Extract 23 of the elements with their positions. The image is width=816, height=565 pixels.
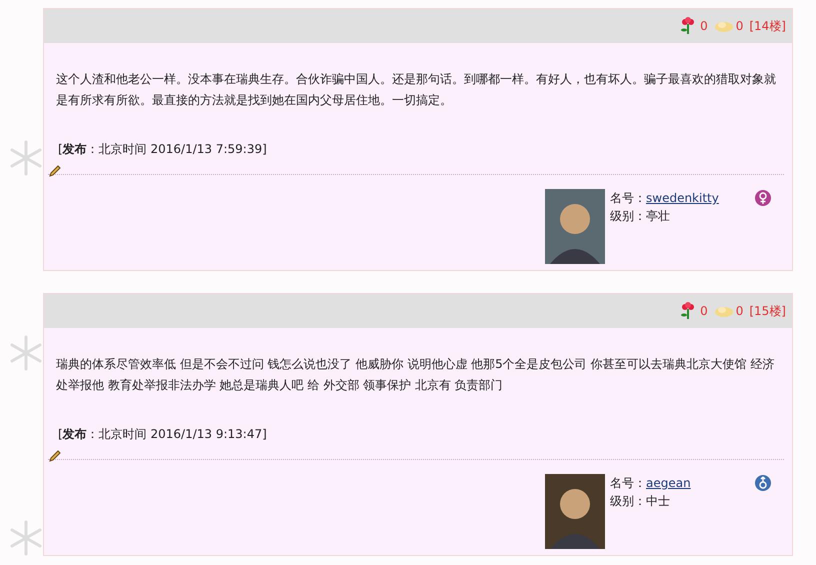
flower-count: 0 (700, 304, 708, 318)
snowflake-icon (8, 335, 44, 371)
egg-count: 0 (736, 304, 744, 318)
male-icon (755, 475, 771, 491)
post-text: 这个人渣和他老公一样。没本事在瑞典生存。合伙诈骗中国人。还是那句话。到哪都一样。有好人，也有坏人。骗子最喜欢的猎取对象就是有所求有所欲。最直接的方法就是找到她在国内父母居住地。一切搞定。 (56, 71, 777, 109)
publish-time: [发布：北京时间 2016/1/13 9:13:47] (58, 426, 268, 443)
post-text: 瑞典的体系尽管效率低 但是不会不过问 钱怎么说也没了 他威胁你 说明他心虚 他那5个全是皮包公司 你甚至可以去瑞典北京大使馆 经济处举报他 教育处举报非法办学 她总是瑞典人吧 给 外交部 领事保护 北京有 负责部门 (56, 356, 776, 394)
snowflake-icon (8, 140, 44, 176)
pencil-icon[interactable] (48, 449, 62, 463)
female-icon (755, 190, 771, 206)
name-field: 名号：swedenkitty (610, 189, 755, 207)
floor-number: [15楼] (749, 302, 786, 320)
username-link[interactable]: aegean (646, 476, 691, 490)
pencil-icon[interactable] (48, 164, 62, 178)
publish-time: [发布：北京时间 2016/1/13 7:59:39] (58, 141, 268, 158)
username-link[interactable]: swedenkitty (646, 191, 719, 205)
flower-count: 0 (700, 19, 708, 33)
rank-label: 级别：中士 (610, 493, 671, 510)
egg-count: 0 (736, 19, 744, 33)
snowflake-icon (8, 520, 44, 556)
name-field: 名号：aegean (610, 474, 755, 492)
rank-label: 级别：亭壮 (610, 208, 671, 225)
floor-number: [14楼] (749, 18, 786, 34)
